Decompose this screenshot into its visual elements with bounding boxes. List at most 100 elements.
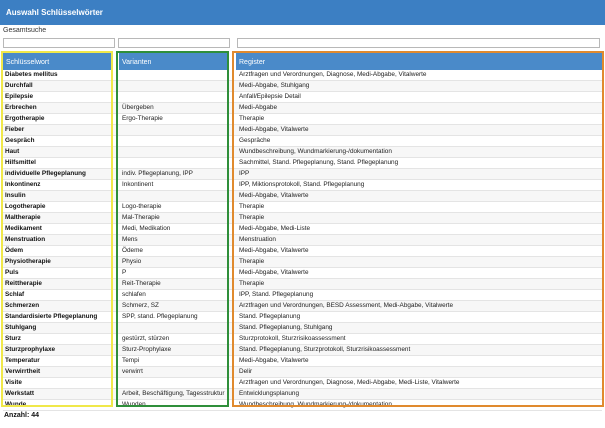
- register-cell: Stand. Pflegeplanung: [239, 313, 301, 320]
- variants-cell: [122, 70, 230, 80]
- table-row[interactable]: Ödem Ödeme Medi-Abgabe, Vitalwerte: [3, 246, 602, 257]
- keyword-cell: Maltherapie: [5, 214, 41, 221]
- column-header-variants[interactable]: Varianten: [119, 53, 229, 70]
- column-header-keyword[interactable]: Schlüsselwort: [3, 53, 113, 70]
- register-cell: Medi-Abgabe: [239, 104, 278, 111]
- keyword-cell: Ergotherapie: [5, 115, 45, 122]
- variants-cell: Arbeit, Beschäftigung, Tagesstruktur: [122, 390, 225, 397]
- register-cell: Arztfragen und Verordnungen, Diagnose, M…: [239, 71, 427, 78]
- variants-cell: [122, 81, 230, 91]
- variants-cell: Wunden: [122, 401, 146, 408]
- variants-cell: Ödeme: [122, 247, 143, 254]
- variants-cell: Ergo-Therapie: [122, 115, 163, 122]
- table-row[interactable]: Sturz gestürzt, stürzen Sturzprotokoll, St…: [3, 334, 602, 345]
- keyword-cell: individuelle Pflegeplanung: [5, 170, 86, 177]
- table-row[interactable]: Schlaf schlafen IPP, Stand. Pflegeplanung: [3, 290, 602, 301]
- variants-cell: Tempi: [122, 357, 140, 364]
- register-cell: Medi-Abgabe, Stuhlgang: [239, 82, 310, 89]
- keyword-cell: Visite: [5, 379, 22, 386]
- keyword-cell: Schmerzen: [5, 302, 40, 309]
- keyword-filter-input[interactable]: [3, 38, 115, 48]
- table-row[interactable]: Wunde Wunden Wundbeschreibung, Wundmarkier…: [3, 400, 602, 411]
- table-row[interactable]: Medikament Medi, Medikation Medi-Abgabe, M…: [3, 224, 602, 235]
- variants-cell: verwirrt: [122, 368, 143, 375]
- register-filter-input[interactable]: [237, 38, 600, 48]
- variants-cell: [122, 125, 230, 135]
- variants-cell: [122, 92, 230, 102]
- keyword-cell: Erbrechen: [5, 104, 37, 111]
- variants-cell: P: [122, 269, 127, 276]
- variants-cell: SPP, stand. Pflegeplanung: [122, 313, 198, 320]
- window-title: Auswahl Schlüsselwörter: [0, 0, 605, 25]
- table-row[interactable]: Schmerzen Schmerz, SZ Arztfragen und Veror…: [3, 301, 602, 312]
- register-cell: Medi-Abgabe, Vitalwerte: [239, 269, 309, 276]
- table-row[interactable]: Reittherapie Reit-Therapie Therapie: [3, 279, 602, 290]
- register-cell: Stand. Pflegeplanung, Sturzprotokoll, St…: [239, 346, 411, 353]
- table-row[interactable]: Logotherapie Logo-therapie Therapie: [3, 202, 602, 213]
- keyword-cell: Ödem: [5, 247, 24, 254]
- keyword-cell: Medikament: [5, 225, 42, 232]
- keyword-cell: Reittherapie: [5, 280, 42, 287]
- table-row[interactable]: Epilepsie Anfall/Epilepsie Detail: [3, 92, 602, 103]
- keyword-cell: Sturzprophylaxe: [5, 346, 56, 353]
- variants-cell: indiv. Pflegeplanung, IPP: [122, 170, 193, 177]
- variants-cell: Logo-therapie: [122, 203, 162, 210]
- variants-cell: [122, 191, 230, 201]
- variants-cell: Mal-Therapie: [122, 214, 160, 221]
- keyword-cell: Werkstatt: [5, 390, 35, 397]
- table-row[interactable]: Erbrechen Übergeben Medi-Abgabe: [3, 103, 602, 114]
- keyword-cell: Temperatur: [5, 357, 40, 364]
- result-count: Anzahl: 44: [4, 412, 40, 419]
- register-cell: Arztfragen und Verordnungen, Diagnose, M…: [239, 379, 460, 386]
- table-row[interactable]: Physiotherapie Physio Therapie: [3, 257, 602, 268]
- table-row[interactable]: Visite Arztfragen und Verordnungen, Diagn…: [3, 378, 602, 389]
- table-row[interactable]: Inkontinenz Inkontinent IPP, Miktionsproto…: [3, 180, 602, 191]
- variants-cell: Schmerz, SZ: [122, 302, 159, 309]
- table-row[interactable]: Diabetes mellitus Arztfragen und Verordnu…: [3, 70, 602, 81]
- keyword-cell: Durchfall: [5, 82, 33, 89]
- table-row[interactable]: Fieber Medi-Abgabe, Vitalwerte: [3, 125, 602, 136]
- global-search-label: Gesamtsuche: [3, 27, 47, 34]
- table-row[interactable]: Temperatur Tempi Medi-Abgabe, Vitalwerte: [3, 356, 602, 367]
- column-header-register[interactable]: Register: [236, 53, 602, 70]
- table-row[interactable]: Verwirrtheit verwirrt Delir: [3, 367, 602, 378]
- table-row[interactable]: individuelle Pflegeplanung indiv. Pflegep…: [3, 169, 602, 180]
- register-cell: Menstruation: [239, 236, 276, 243]
- table-row[interactable]: Insulin Medi-Abgabe, Vitalwerte: [3, 191, 602, 202]
- table-row[interactable]: Haut Wundbeschreibung, Wundmarkierung-/do…: [3, 147, 602, 158]
- table-row[interactable]: Standardisierte Pflegeplanung SPP, stand.…: [3, 312, 602, 323]
- register-cell: Medi-Abgabe, Vitalwerte: [239, 357, 309, 364]
- register-cell: IPP, Stand. Pflegeplanung: [239, 291, 314, 298]
- variants-cell: [122, 147, 230, 157]
- register-cell: Delir: [239, 368, 253, 375]
- table-row[interactable]: Hilfsmittel Sachmittel, Stand. Pflegeplan…: [3, 158, 602, 169]
- variants-cell: [122, 323, 230, 333]
- keyword-cell: Stuhlgang: [5, 324, 37, 331]
- table-row[interactable]: Maltherapie Mal-Therapie Therapie: [3, 213, 602, 224]
- table-row[interactable]: Durchfall Medi-Abgabe, Stuhlgang: [3, 81, 602, 92]
- register-cell: IPP: [239, 170, 250, 177]
- variants-cell: schlafen: [122, 291, 146, 298]
- keyword-cell: Menstruation: [5, 236, 46, 243]
- table-row[interactable]: Gespräch Gespräche: [3, 136, 602, 147]
- keyword-cell: Gespräch: [5, 137, 35, 144]
- table-row[interactable]: Sturzprophylaxe Sturz-Prophylaxe Stand. Pf…: [3, 345, 602, 356]
- keyword-cell: Logotherapie: [5, 203, 46, 210]
- table-row[interactable]: Menstruation Mens Menstruation: [3, 235, 602, 246]
- keyword-cell: Hilfsmittel: [5, 159, 36, 166]
- register-cell: Gespräche: [239, 137, 271, 144]
- register-cell: Sturzprotokoll, Sturzrisikoassessment: [239, 335, 346, 342]
- register-cell: Wundbeschreibung, Wundmarkierung-/dokume…: [239, 148, 392, 155]
- keyword-cell: Standardisierte Pflegeplanung: [5, 313, 98, 320]
- variants-filter-input[interactable]: [118, 38, 230, 48]
- table-row[interactable]: Puls P Medi-Abgabe, Vitalwerte: [3, 268, 602, 279]
- table-row[interactable]: Ergotherapie Ergo-Therapie Therapie: [3, 114, 602, 125]
- variants-cell: Sturz-Prophylaxe: [122, 346, 172, 353]
- table-row[interactable]: Werkstatt Arbeit, Beschäftigung, Tagesstr…: [3, 389, 602, 400]
- table-row[interactable]: Stuhlgang Stand. Pflegeplanung, Stuhlgang: [3, 323, 602, 334]
- keyword-cell: Inkontinenz: [5, 181, 41, 188]
- register-cell: Therapie: [239, 214, 265, 221]
- variants-cell: [122, 158, 230, 168]
- variants-cell: Medi, Medikation: [122, 225, 171, 232]
- register-cell: Therapie: [239, 115, 265, 122]
